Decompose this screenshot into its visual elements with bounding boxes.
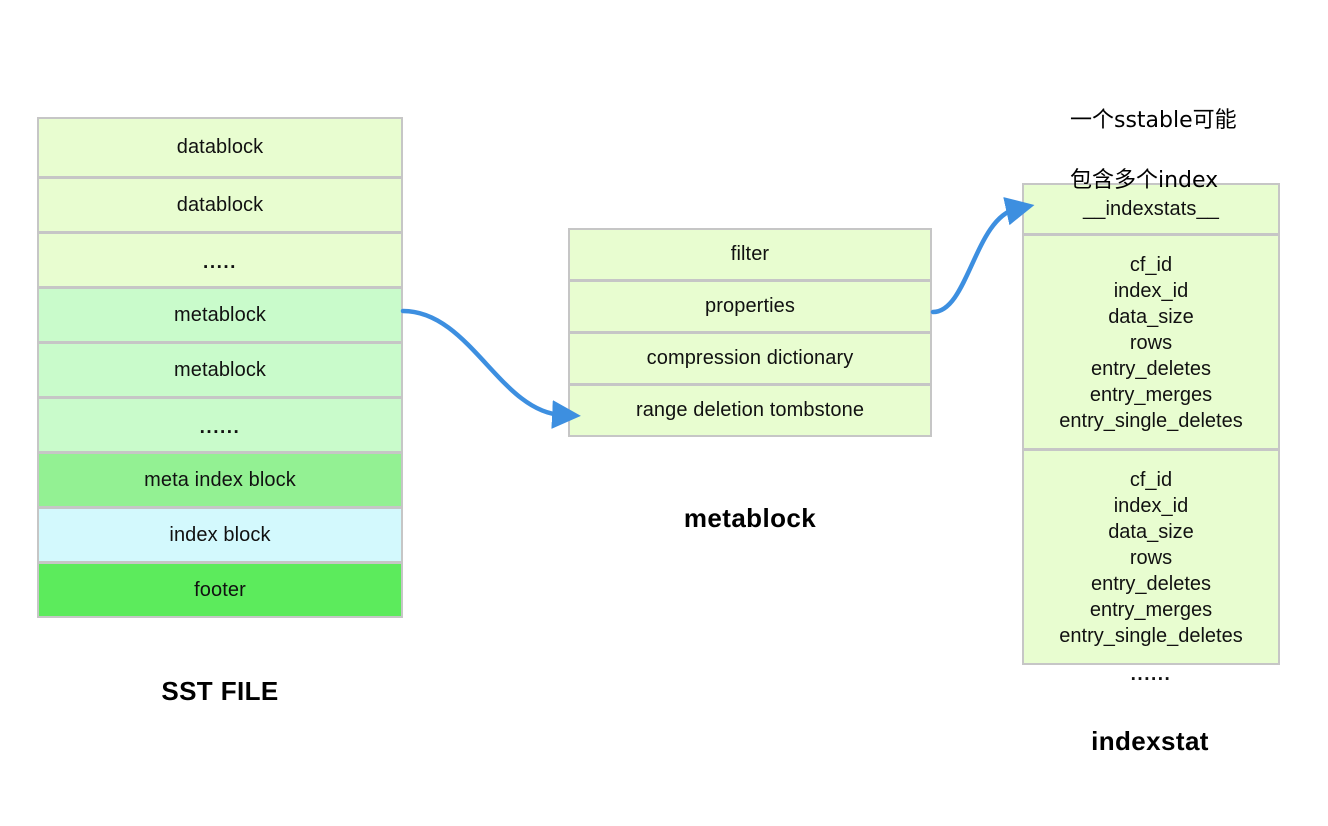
indexstat-field-entry-deletes-2: entry_deletes — [1090, 573, 1212, 595]
indexstat-field-index-id: index_id — [1113, 280, 1189, 302]
metablock-row-range-deletion-tombstone: range deletion tombstone — [568, 384, 932, 437]
sst-row-ellipsis-data: ..... — [37, 232, 403, 288]
metablock-row-properties: properties — [568, 280, 932, 333]
diagram-canvas: datablock datablock ..... metablock meta… — [0, 0, 1328, 826]
indexstat-field-rows: rows — [1129, 332, 1173, 354]
sst-row-meta-index-block: meta index block — [37, 452, 403, 508]
metablock-row-compression-dictionary: compression dictionary — [568, 332, 932, 385]
indexstat-field-entry-deletes: entry_deletes — [1090, 358, 1212, 380]
indexstat-field-data-size: data_size — [1108, 306, 1194, 328]
sst-file-caption: SST FILE — [161, 676, 279, 706]
sst-row-datablock-2: datablock — [37, 177, 403, 233]
sst-row-index-block: index block — [37, 507, 403, 563]
indexstat-field-cf-id: cf_id — [1129, 254, 1173, 276]
indexstat-entry-2: cf_id index_id data_size rows entry_dele… — [1022, 449, 1280, 665]
metablock-caption: metablock — [683, 503, 817, 533]
arrow-properties-to-indexstats — [930, 197, 1035, 315]
metablock-block: filter properties compression dictionary… — [568, 228, 932, 437]
sst-row-ellipsis-meta: ...... — [37, 397, 403, 453]
indexstat-field-entry-merges-2: entry_merges — [1089, 599, 1213, 621]
sst-row-metablock-1: metablock — [37, 287, 403, 343]
sst-row-datablock-1: datablock — [37, 117, 403, 178]
indexstat-field-cf-id-2: cf_id — [1129, 469, 1173, 491]
indexstat-field-index-id-2: index_id — [1113, 495, 1189, 517]
indexstat-field-rows-2: rows — [1129, 547, 1173, 569]
indexstat-caption: indexstat — [1091, 726, 1209, 756]
indexstat-block: __indexstats__ cf_id index_id data_size … — [1022, 183, 1280, 665]
indexstat-field-entry-single-deletes-2: entry_single_deletes — [1059, 625, 1243, 647]
annotation-line-1: 一个sstable可能 — [1070, 108, 1237, 133]
arrow-sst-metablock-to-metablock-detail — [400, 308, 581, 429]
sstable-index-annotation: 一个sstable可能 包含多个index — [1070, 76, 1237, 226]
sst-row-metablock-2: metablock — [37, 342, 403, 398]
metablock-row-filter: filter — [568, 228, 932, 281]
indexstat-trailing-ellipsis: ...... — [1130, 664, 1172, 685]
sst-row-footer: footer — [37, 562, 403, 618]
indexstat-field-data-size-2: data_size — [1108, 521, 1194, 543]
annotation-line-2: 包含多个index — [1070, 168, 1219, 193]
indexstat-entry-1: cf_id index_id data_size rows entry_dele… — [1022, 234, 1280, 450]
indexstat-field-entry-single-deletes: entry_single_deletes — [1059, 410, 1243, 432]
sst-file-block: datablock datablock ..... metablock meta… — [37, 117, 403, 618]
indexstat-field-entry-merges: entry_merges — [1089, 384, 1213, 406]
